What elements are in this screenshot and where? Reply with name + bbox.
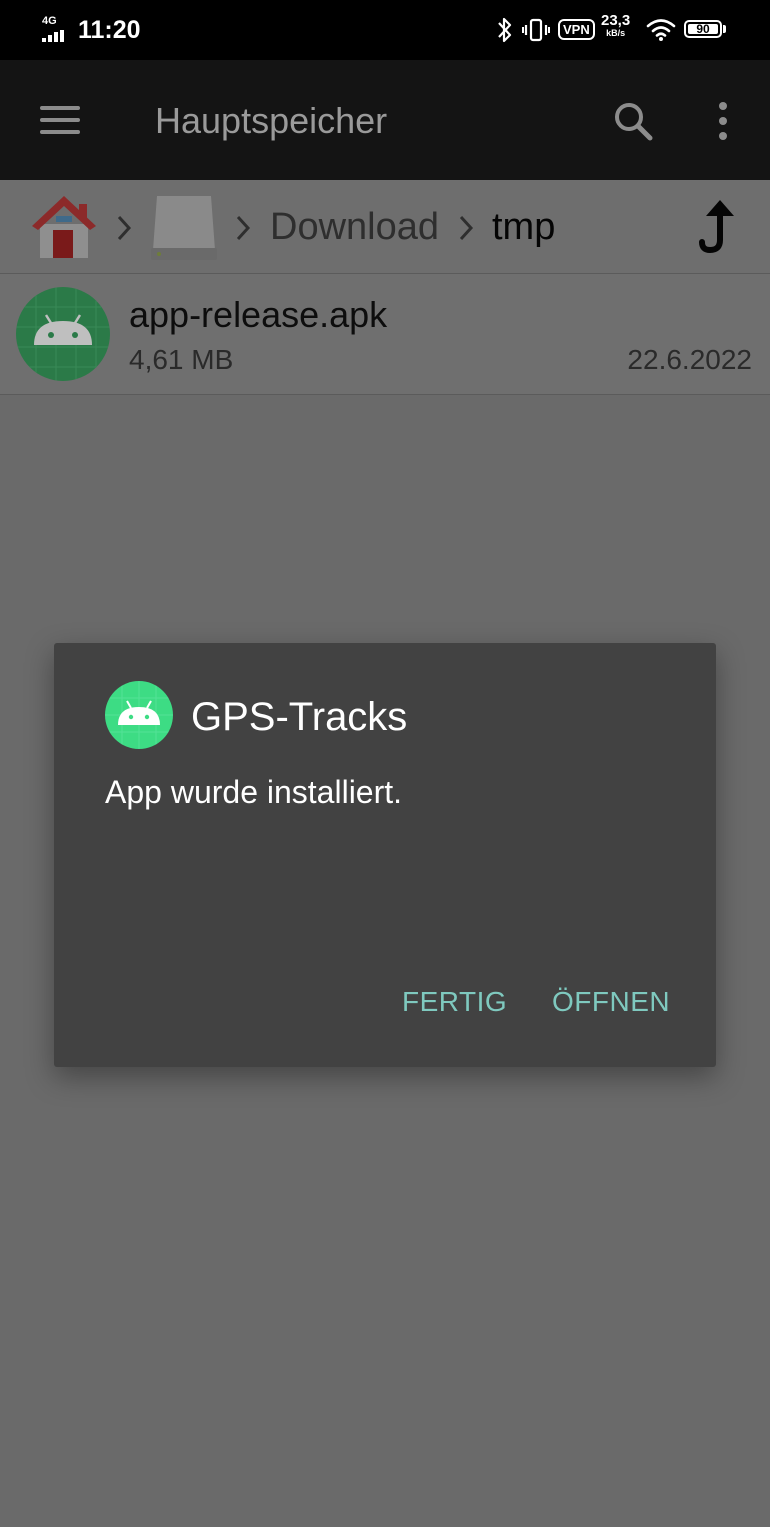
vpn-badge: VPN: [558, 19, 595, 40]
more-vert-icon[interactable]: [712, 100, 734, 142]
file-date: 22.6.2022: [627, 344, 752, 375]
battery-tip: [723, 25, 726, 33]
breadcrumb: Download tmp: [0, 180, 770, 274]
speed-value: 23,3: [601, 12, 631, 29]
battery-icon: 90: [684, 20, 722, 38]
status-bar: 4G 11:20 VPN 23,3 kB/s 90: [0, 0, 770, 60]
file-name: app-release.apk: [129, 294, 388, 335]
install-dialog: GPS-Tracks App wurde installiert. FERTIG…: [54, 643, 716, 1067]
chevron-right-icon: [117, 215, 132, 241]
storage-icon[interactable]: [149, 192, 219, 262]
chevron-right-icon: [459, 215, 474, 241]
breadcrumb-item-tmp[interactable]: tmp: [492, 206, 555, 249]
search-icon[interactable]: [612, 100, 654, 142]
list-item[interactable]: app-release.apk 4,61 MB 22.6.2022: [0, 274, 770, 394]
home-icon[interactable]: [30, 194, 98, 260]
network-type: 4G: [42, 15, 57, 27]
file-size: 4,61 MB: [129, 344, 234, 375]
mobile-signal-icon: 4G: [42, 15, 68, 43]
app-icon: [105, 681, 173, 749]
app-bar: Hauptspeicher: [0, 60, 770, 180]
clock: 11:20: [78, 16, 141, 44]
page-title: Hauptspeicher: [155, 100, 388, 141]
dialog-message: App wurde installiert.: [105, 774, 403, 810]
wifi-icon: [646, 19, 676, 41]
android-apk-icon: [16, 287, 110, 381]
network-speed: 23,3 kB/s: [601, 12, 631, 40]
battery-level: 90: [696, 22, 710, 36]
chevron-right-icon: [236, 215, 251, 241]
bluetooth-icon: [498, 17, 512, 43]
open-button[interactable]: ÖFFNEN: [552, 986, 670, 1018]
vibrate-icon: [522, 18, 550, 42]
done-button[interactable]: FERTIG: [402, 986, 507, 1018]
up-arrow-icon[interactable]: [698, 200, 738, 254]
dialog-title: GPS-Tracks: [191, 695, 408, 739]
menu-icon[interactable]: [38, 104, 82, 136]
breadcrumb-item-download[interactable]: Download: [270, 206, 439, 249]
divider: [0, 394, 770, 395]
